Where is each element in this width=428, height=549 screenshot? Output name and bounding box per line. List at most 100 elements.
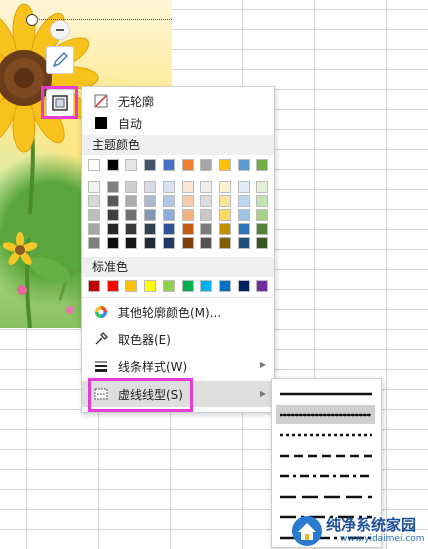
theme-shade-swatch[interactable] xyxy=(181,223,194,235)
theme-shade-swatch[interactable] xyxy=(181,181,194,193)
theme-shade-swatch[interactable] xyxy=(144,209,157,221)
theme-shade-swatch[interactable] xyxy=(144,223,157,235)
other-colors-label: 其他轮廓颜色(M)... xyxy=(118,305,222,320)
theme-shade-swatch[interactable] xyxy=(144,237,157,249)
theme-color-swatch[interactable] xyxy=(237,159,250,171)
theme-shade-swatch[interactable] xyxy=(237,195,250,207)
theme-shade-swatch[interactable] xyxy=(162,223,175,235)
theme-shade-swatch[interactable] xyxy=(125,195,138,207)
dash-option-long-dash[interactable] xyxy=(276,487,375,506)
theme-shade-swatch[interactable] xyxy=(125,181,138,193)
theme-shade-swatch[interactable] xyxy=(106,209,119,221)
theme-shade-swatch[interactable] xyxy=(106,237,119,249)
theme-shade-swatch[interactable] xyxy=(218,181,231,193)
theme-shade-swatch[interactable] xyxy=(237,237,250,249)
standard-color-swatch[interactable] xyxy=(200,280,213,292)
theme-shade-swatch[interactable] xyxy=(88,209,100,221)
no-outline-label: 无轮廓 xyxy=(118,94,155,109)
dash-option-dash-dot[interactable] xyxy=(276,466,375,485)
standard-color-swatch[interactable] xyxy=(237,280,250,292)
theme-shade-swatch[interactable] xyxy=(162,195,175,207)
standard-color-swatch[interactable] xyxy=(144,280,157,292)
theme-shade-swatch[interactable] xyxy=(200,209,213,221)
menu-item-auto[interactable]: 自动 xyxy=(82,111,274,135)
dash-option-round-dot[interactable] xyxy=(276,404,375,424)
theme-shade-swatch[interactable] xyxy=(106,223,119,235)
dash-option-solid[interactable] xyxy=(276,384,375,403)
dash-option-dash[interactable] xyxy=(276,446,375,465)
theme-color-swatch[interactable] xyxy=(125,159,138,171)
theme-shade-swatch[interactable] xyxy=(218,209,231,221)
theme-shade-swatch[interactable] xyxy=(125,237,138,249)
theme-shade-swatch[interactable] xyxy=(200,237,213,249)
theme-shade-swatch[interactable] xyxy=(125,223,138,235)
theme-shade-swatch[interactable] xyxy=(162,237,175,249)
theme-shade-swatch[interactable] xyxy=(218,237,231,249)
theme-shade-swatch[interactable] xyxy=(88,195,100,207)
highlight-outline-button xyxy=(41,86,78,119)
theme-shade-swatch[interactable] xyxy=(237,181,250,193)
theme-shade-swatch[interactable] xyxy=(256,209,269,221)
theme-shade-swatch[interactable] xyxy=(256,195,269,207)
standard-color-swatch[interactable] xyxy=(256,280,269,292)
theme-color-swatch[interactable] xyxy=(200,159,213,171)
pen-button[interactable] xyxy=(46,46,74,74)
line-style-label: 线条样式(W) xyxy=(118,359,188,374)
menu-item-eyedropper[interactable]: 取色器(E) xyxy=(82,327,274,351)
theme-color-swatch[interactable] xyxy=(144,159,157,171)
menu-item-no-outline[interactable]: 无轮廓 xyxy=(82,89,274,113)
watermark-url: www.yidaimei.com xyxy=(340,534,425,544)
theme-shade-swatch[interactable] xyxy=(237,209,250,221)
standard-color-swatch[interactable] xyxy=(181,280,194,292)
theme-color-swatch[interactable] xyxy=(256,159,269,171)
standard-color-swatch[interactable] xyxy=(162,280,175,292)
theme-shade-swatch[interactable] xyxy=(200,195,213,207)
outline-dropdown-menu: 无轮廓 自动 主题颜色 标准色 其他轮廓颜色(M)... 取色器(E) 线条样式… xyxy=(81,86,275,413)
auto-color-icon xyxy=(90,115,112,131)
theme-color-swatch[interactable] xyxy=(162,159,175,171)
dash-option-square-dot[interactable] xyxy=(276,425,375,444)
standard-color-swatch[interactable] xyxy=(88,280,100,292)
dash-preview-dash xyxy=(280,454,372,457)
theme-shade-swatch[interactable] xyxy=(88,237,100,249)
auto-label: 自动 xyxy=(118,116,143,131)
line-weight-icon xyxy=(90,358,112,374)
eyedropper-label: 取色器(E) xyxy=(118,332,171,347)
watermark-title: 纯净系统家园 xyxy=(326,516,417,534)
theme-shade-swatch[interactable] xyxy=(144,195,157,207)
standard-color-swatch[interactable] xyxy=(218,280,231,292)
standard-color-swatch[interactable] xyxy=(125,280,138,292)
theme-shade-swatch[interactable] xyxy=(88,223,100,235)
theme-shade-swatch[interactable] xyxy=(106,195,119,207)
highlight-dash-type-item xyxy=(88,378,193,412)
theme-shade-swatch[interactable] xyxy=(256,223,269,235)
theme-color-swatch[interactable] xyxy=(106,159,119,171)
theme-shade-swatch[interactable] xyxy=(256,181,269,193)
watermark-logo: 纯净系统家园 www.yidaimei.com xyxy=(288,512,428,549)
theme-shade-swatch[interactable] xyxy=(200,223,213,235)
theme-color-swatch[interactable] xyxy=(88,159,100,171)
theme-shade-swatch[interactable] xyxy=(200,181,213,193)
theme-color-swatch[interactable] xyxy=(181,159,194,171)
theme-shade-swatch[interactable] xyxy=(218,223,231,235)
theme-shade-swatch[interactable] xyxy=(162,209,175,221)
menu-item-other-colors[interactable]: 其他轮廓颜色(M)... xyxy=(82,300,274,324)
theme-shade-swatch[interactable] xyxy=(237,223,250,235)
menu-separator xyxy=(82,297,274,298)
theme-shade-swatch[interactable] xyxy=(181,237,194,249)
theme-shade-swatch[interactable] xyxy=(106,181,119,193)
theme-color-swatch[interactable] xyxy=(218,159,231,171)
standard-colors-header: 标准色 xyxy=(82,257,274,277)
theme-shade-swatch[interactable] xyxy=(181,209,194,221)
theme-shade-swatch[interactable] xyxy=(162,181,175,193)
theme-shade-swatch[interactable] xyxy=(88,181,100,193)
theme-shade-swatch[interactable] xyxy=(256,237,269,249)
picture-resize-handle[interactable] xyxy=(26,14,38,26)
standard-color-swatch[interactable] xyxy=(106,280,119,292)
theme-shade-swatch[interactable] xyxy=(144,181,157,193)
minus-button[interactable] xyxy=(50,20,70,40)
theme-shade-swatch[interactable] xyxy=(125,209,138,221)
theme-shade-swatch[interactable] xyxy=(218,195,231,207)
menu-item-line-style[interactable]: 线条样式(W) ▶ xyxy=(82,354,274,378)
theme-shade-swatch[interactable] xyxy=(181,195,194,207)
